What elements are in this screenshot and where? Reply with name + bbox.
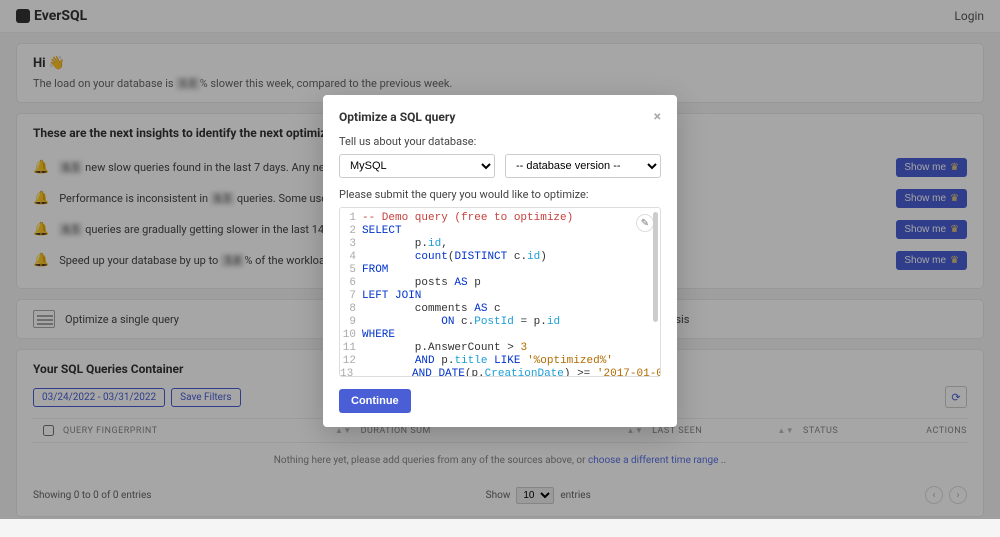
db-type-select[interactable]: MySQL bbox=[339, 154, 495, 178]
continue-button[interactable]: Continue bbox=[339, 389, 411, 413]
modal-header: Optimize a SQL query × bbox=[339, 109, 661, 125]
modal-submit-label: Please submit the query you would like t… bbox=[339, 188, 661, 201]
db-selects: MySQL -- database version -- bbox=[339, 154, 661, 178]
sql-lines: 1-- Demo query (free to optimize)2SELECT… bbox=[340, 208, 660, 376]
close-icon[interactable]: × bbox=[654, 109, 661, 125]
modal-title-text: Optimize a SQL query bbox=[339, 110, 455, 124]
sql-editor[interactable]: ✎ 1-- Demo query (free to optimize)2SELE… bbox=[339, 207, 661, 377]
db-version-select[interactable]: -- database version -- bbox=[505, 154, 661, 178]
modal-tellus: Tell us about your database: bbox=[339, 135, 661, 148]
optimize-modal: Optimize a SQL query × Tell us about you… bbox=[323, 95, 677, 427]
